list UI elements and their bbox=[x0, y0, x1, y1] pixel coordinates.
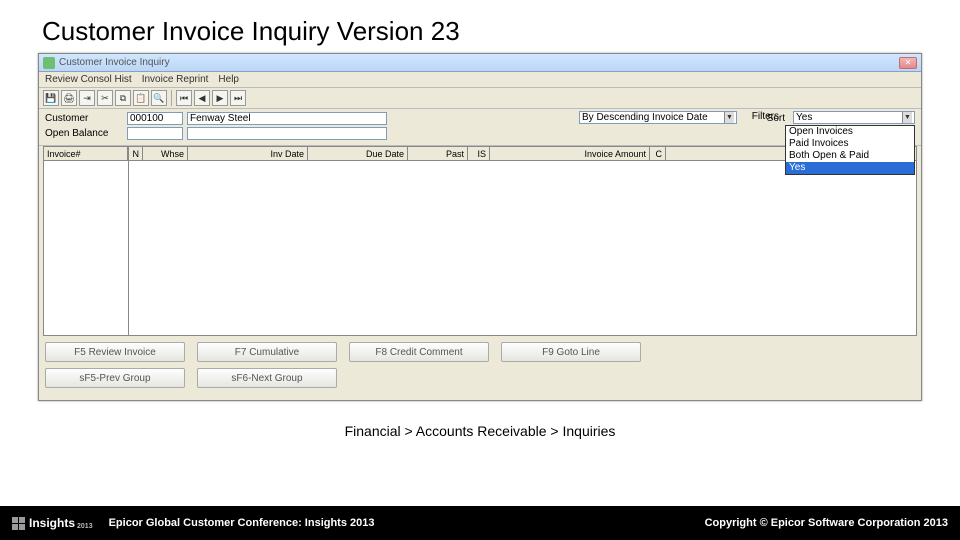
col-c[interactable]: C bbox=[650, 147, 666, 160]
f8-credit-comment-button[interactable]: F8 Credit Comment bbox=[349, 342, 489, 362]
sort-combo[interactable]: By Descending Invoice Date ▼ bbox=[579, 111, 737, 124]
filters-combo[interactable]: Yes ▼ bbox=[793, 111, 915, 124]
col-whse[interactable]: Whse bbox=[143, 147, 188, 160]
open-balance-field-1[interactable] bbox=[127, 127, 183, 140]
f5-review-invoice-button[interactable]: F5 Review Invoice bbox=[45, 342, 185, 362]
footer-right-text: Copyright © Epicor Software Corporation … bbox=[705, 517, 948, 529]
nav-last-icon[interactable]: ⏭ bbox=[230, 90, 246, 106]
menu-invoice-reprint[interactable]: Invoice Reprint bbox=[142, 74, 209, 85]
f9-goto-line-button[interactable]: F9 Goto Line bbox=[501, 342, 641, 362]
window-controls: ✕ bbox=[899, 57, 917, 69]
grid-right-body[interactable] bbox=[129, 161, 916, 335]
open-balance-label: Open Balance bbox=[45, 128, 123, 139]
chevron-down-icon: ▼ bbox=[902, 112, 912, 123]
window-title: Customer Invoice Inquiry bbox=[59, 57, 899, 68]
filter-option-yes[interactable]: Yes bbox=[786, 162, 914, 174]
menubar: Review Consol Hist Invoice Reprint Help bbox=[39, 72, 921, 88]
save-icon[interactable]: 💾 bbox=[43, 90, 59, 106]
col-inv-date[interactable]: Inv Date bbox=[188, 147, 308, 160]
grid-left-pane: Invoice# bbox=[44, 147, 129, 335]
close-button[interactable]: ✕ bbox=[899, 57, 917, 69]
sort-value: By Descending Invoice Date bbox=[582, 112, 708, 123]
filters-value: Yes bbox=[796, 112, 812, 123]
customer-label: Customer bbox=[45, 113, 123, 124]
cut-icon[interactable]: ✂ bbox=[97, 90, 113, 106]
nav-first-icon[interactable]: ⏮ bbox=[176, 90, 192, 106]
customer-name-field[interactable]: Fenway Steel bbox=[187, 112, 387, 125]
filter-option-paid[interactable]: Paid Invoices bbox=[786, 138, 914, 150]
chevron-down-icon: ▼ bbox=[724, 112, 734, 123]
app-icon bbox=[43, 57, 55, 69]
col-past[interactable]: Past bbox=[408, 147, 468, 160]
col-invoice-amount[interactable]: Invoice Amount bbox=[490, 147, 650, 160]
slide-title: Customer Invoice Inquiry Version 23 bbox=[0, 0, 960, 53]
form-area: Customer 000100 Fenway Steel Sort By Des… bbox=[39, 109, 921, 146]
filter-option-open[interactable]: Open Invoices bbox=[786, 126, 914, 138]
toolbar-separator bbox=[171, 90, 172, 106]
col-due-date[interactable]: Due Date bbox=[308, 147, 408, 160]
sf6-next-group-button[interactable]: sF6-Next Group bbox=[197, 368, 337, 388]
col-invoice[interactable]: Invoice# bbox=[44, 147, 128, 160]
toolbar: 💾 🖨 ⇥ ✂ ⧉ 📋 🔍 ⏮ ◀ ▶ ⏭ bbox=[39, 88, 921, 109]
function-buttons: F5 Review Invoice F7 Cumulative F8 Credi… bbox=[39, 336, 921, 400]
customer-code-field[interactable]: 000100 bbox=[127, 112, 183, 125]
filters-dropdown[interactable]: Open Invoices Paid Invoices Both Open & … bbox=[785, 125, 915, 175]
print-icon[interactable]: 🖨 bbox=[61, 90, 77, 106]
application-window: Customer Invoice Inquiry ✕ Review Consol… bbox=[38, 53, 922, 401]
copy-icon[interactable]: ⧉ bbox=[115, 90, 131, 106]
nav-prev-icon[interactable]: ◀ bbox=[194, 90, 210, 106]
footer-logo: Insights 2013 bbox=[12, 516, 93, 530]
logo-text: Insights bbox=[29, 516, 75, 530]
open-balance-field-2[interactable] bbox=[187, 127, 387, 140]
exit-icon[interactable]: ⇥ bbox=[79, 90, 95, 106]
menu-review-consol-hist[interactable]: Review Consol Hist bbox=[45, 74, 132, 85]
col-n[interactable]: N bbox=[129, 147, 143, 160]
sf5-prev-group-button[interactable]: sF5-Prev Group bbox=[45, 368, 185, 388]
f7-cumulative-button[interactable]: F7 Cumulative bbox=[197, 342, 337, 362]
footer-left-text: Epicor Global Customer Conference: Insig… bbox=[109, 517, 375, 529]
grid-right-pane: N Whse Inv Date Due Date Past IS Invoice… bbox=[129, 147, 916, 335]
grid-left-body[interactable] bbox=[44, 161, 128, 335]
titlebar: Customer Invoice Inquiry ✕ bbox=[39, 54, 921, 72]
menu-help[interactable]: Help bbox=[218, 74, 239, 85]
filter-option-both[interactable]: Both Open & Paid bbox=[786, 150, 914, 162]
filters-label: Filters bbox=[752, 111, 779, 122]
logo-icon bbox=[12, 517, 25, 530]
paste-icon[interactable]: 📋 bbox=[133, 90, 149, 106]
find-icon[interactable]: 🔍 bbox=[151, 90, 167, 106]
logo-year: 2013 bbox=[77, 523, 93, 530]
col-is[interactable]: IS bbox=[468, 147, 490, 160]
breadcrumb: Financial > Accounts Receivable > Inquir… bbox=[0, 423, 960, 439]
slide-footer: Insights 2013 Epicor Global Customer Con… bbox=[0, 506, 960, 540]
nav-next-icon[interactable]: ▶ bbox=[212, 90, 228, 106]
